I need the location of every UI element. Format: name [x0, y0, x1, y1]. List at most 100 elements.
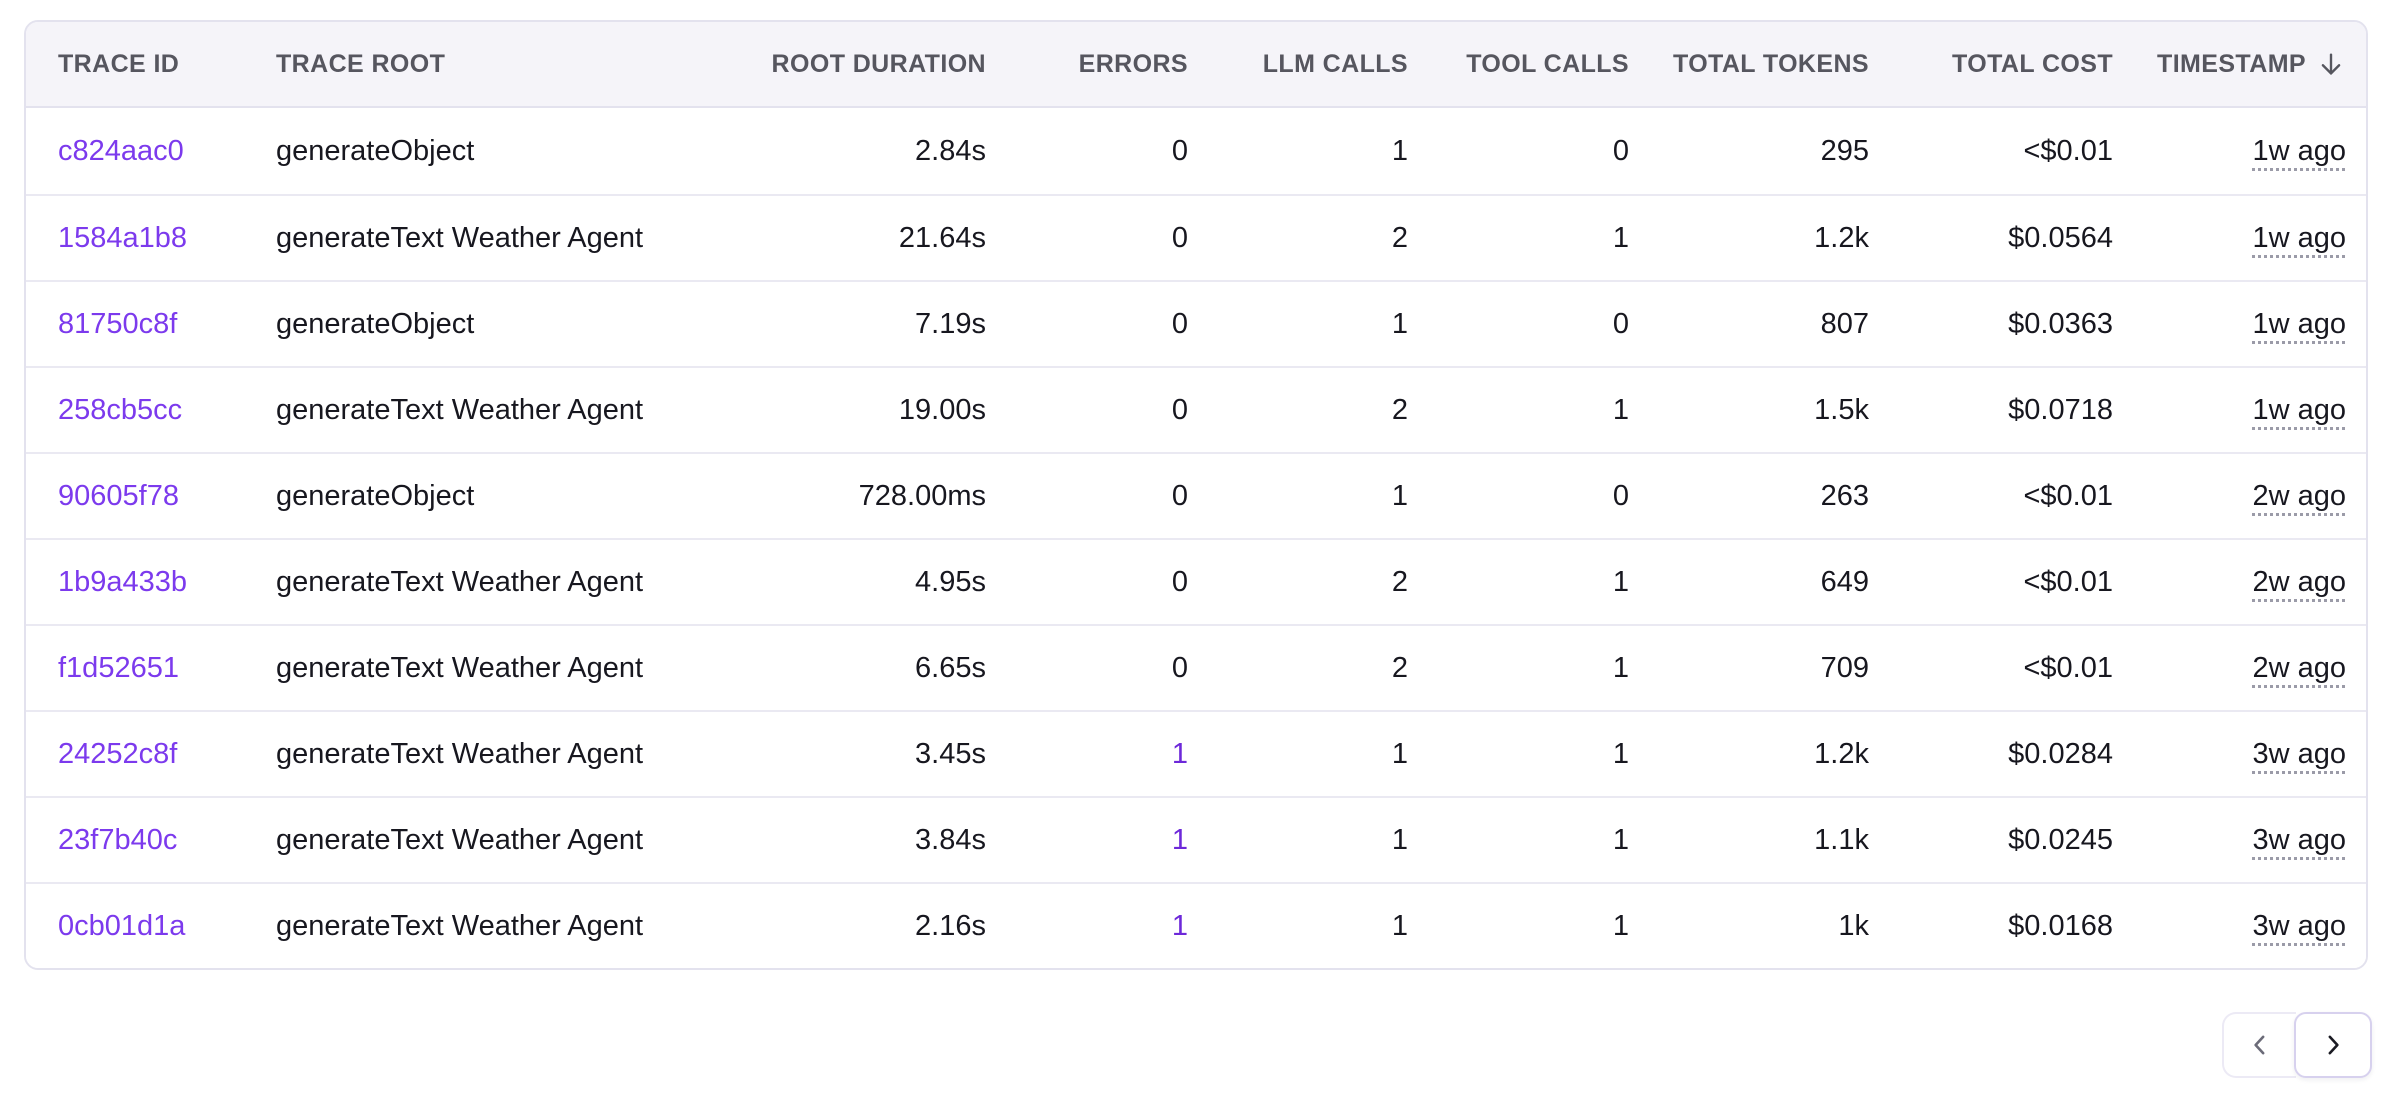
errors-cell: 0: [986, 222, 1188, 255]
column-header-root-duration[interactable]: Root Duration: [706, 50, 986, 79]
total-cost-cell: $0.0168: [1869, 910, 2113, 943]
total-tokens-cell: 1k: [1629, 910, 1869, 943]
tool-calls-cell: 1: [1408, 222, 1629, 255]
column-header-timestamp[interactable]: Timestamp: [2113, 49, 2366, 79]
total-tokens-cell: 1.2k: [1629, 738, 1869, 771]
trace-root-cell: generateObject: [276, 308, 706, 341]
root-duration-cell: 3.84s: [706, 824, 986, 857]
errors-cell: 0: [986, 652, 1188, 685]
total-tokens-cell: 1.2k: [1629, 222, 1869, 255]
trace-root-cell: generateText Weather Agent: [276, 566, 706, 599]
column-header-llm-calls[interactable]: LLM Calls: [1188, 50, 1408, 79]
trace-id-link[interactable]: 258cb5cc: [58, 394, 182, 426]
trace-root-cell: generateText Weather Agent: [276, 652, 706, 685]
timestamp-value[interactable]: 1w ago: [2252, 135, 2346, 167]
total-cost-cell: $0.0284: [1869, 738, 2113, 771]
total-cost-cell: $0.0718: [1869, 394, 2113, 427]
timestamp-value[interactable]: 3w ago: [2252, 738, 2346, 770]
trace-id-link[interactable]: 1b9a433b: [58, 566, 187, 598]
total-tokens-cell: 709: [1629, 652, 1869, 685]
column-header-errors[interactable]: Errors: [986, 50, 1188, 79]
timestamp-value[interactable]: 3w ago: [2252, 824, 2346, 856]
trace-id-link[interactable]: 90605f78: [58, 480, 179, 512]
tool-calls-cell: 1: [1408, 824, 1629, 857]
table-row[interactable]: 1584a1b8 generateText Weather Agent 21.6…: [26, 194, 2366, 280]
root-duration-cell: 21.64s: [706, 222, 986, 255]
root-duration-cell: 19.00s: [706, 394, 986, 427]
timestamp-value[interactable]: 2w ago: [2252, 480, 2346, 512]
errors-cell: 1: [986, 738, 1188, 771]
chevron-left-icon: [2245, 1030, 2275, 1060]
column-header-total-cost[interactable]: Total Cost: [1869, 50, 2113, 79]
tool-calls-cell: 1: [1408, 738, 1629, 771]
table-row[interactable]: c824aac0 generateObject 2.84s 0 1 0 295 …: [26, 108, 2366, 194]
column-header-total-tokens[interactable]: Total Tokens: [1629, 50, 1869, 79]
root-duration-cell: 3.45s: [706, 738, 986, 771]
llm-calls-cell: 2: [1188, 222, 1408, 255]
errors-cell: 0: [986, 480, 1188, 513]
timestamp-value[interactable]: 3w ago: [2252, 910, 2346, 942]
llm-calls-cell: 2: [1188, 652, 1408, 685]
trace-id-link[interactable]: 0cb01d1a: [58, 910, 185, 942]
chevron-right-icon: [2318, 1030, 2348, 1060]
llm-calls-cell: 1: [1188, 824, 1408, 857]
llm-calls-cell: 2: [1188, 566, 1408, 599]
errors-cell: 0: [986, 308, 1188, 341]
root-duration-cell: 6.65s: [706, 652, 986, 685]
table-row[interactable]: 23f7b40c generateText Weather Agent 3.84…: [26, 796, 2366, 882]
trace-root-cell: generateObject: [276, 480, 706, 513]
errors-cell: 0: [986, 135, 1188, 168]
table-row[interactable]: 24252c8f generateText Weather Agent 3.45…: [26, 710, 2366, 796]
timestamp-value[interactable]: 1w ago: [2252, 394, 2346, 426]
table-row[interactable]: 90605f78 generateObject 728.00ms 0 1 0 2…: [26, 452, 2366, 538]
total-tokens-cell: 807: [1629, 308, 1869, 341]
errors-cell: 0: [986, 566, 1188, 599]
tool-calls-cell: 1: [1408, 394, 1629, 427]
traces-table: Trace ID Trace Root Root Duration Errors…: [24, 20, 2368, 970]
table-row[interactable]: 1b9a433b generateText Weather Agent 4.95…: [26, 538, 2366, 624]
pagination: [2222, 1012, 2372, 1078]
trace-id-link[interactable]: 23f7b40c: [58, 824, 177, 856]
root-duration-cell: 728.00ms: [706, 480, 986, 513]
errors-cell: 0: [986, 394, 1188, 427]
trace-id-link[interactable]: f1d52651: [58, 652, 179, 684]
llm-calls-cell: 2: [1188, 394, 1408, 427]
column-header-trace-root[interactable]: Trace Root: [276, 50, 706, 79]
table-row[interactable]: 258cb5cc generateText Weather Agent 19.0…: [26, 366, 2366, 452]
tool-calls-cell: 1: [1408, 566, 1629, 599]
trace-id-link[interactable]: 1584a1b8: [58, 222, 187, 254]
errors-cell: 1: [986, 824, 1188, 857]
root-duration-cell: 4.95s: [706, 566, 986, 599]
table-header-row: Trace ID Trace Root Root Duration Errors…: [26, 22, 2366, 108]
table-row[interactable]: 0cb01d1a generateText Weather Agent 2.16…: [26, 882, 2366, 968]
total-tokens-cell: 295: [1629, 135, 1869, 168]
errors-cell: 1: [986, 910, 1188, 943]
table-body: c824aac0 generateObject 2.84s 0 1 0 295 …: [26, 108, 2366, 968]
trace-id-link[interactable]: 24252c8f: [58, 738, 177, 770]
sort-descending-arrow-down-icon: [2316, 49, 2346, 79]
llm-calls-cell: 1: [1188, 135, 1408, 168]
trace-id-link[interactable]: c824aac0: [58, 135, 184, 167]
table-row[interactable]: 81750c8f generateObject 7.19s 0 1 0 807 …: [26, 280, 2366, 366]
column-header-tool-calls[interactable]: Tool Calls: [1408, 50, 1629, 79]
total-cost-cell: <$0.01: [1869, 135, 2113, 168]
timestamp-value[interactable]: 1w ago: [2252, 308, 2346, 340]
prev-page-button[interactable]: [2222, 1012, 2296, 1078]
next-page-button[interactable]: [2294, 1012, 2372, 1078]
trace-root-cell: generateText Weather Agent: [276, 738, 706, 771]
tool-calls-cell: 1: [1408, 910, 1629, 943]
table-row[interactable]: f1d52651 generateText Weather Agent 6.65…: [26, 624, 2366, 710]
timestamp-value[interactable]: 2w ago: [2252, 566, 2346, 598]
root-duration-cell: 2.16s: [706, 910, 986, 943]
timestamp-value[interactable]: 1w ago: [2252, 222, 2346, 254]
timestamp-value[interactable]: 2w ago: [2252, 652, 2346, 684]
llm-calls-cell: 1: [1188, 910, 1408, 943]
total-cost-cell: $0.0564: [1869, 222, 2113, 255]
tool-calls-cell: 0: [1408, 308, 1629, 341]
column-header-trace-id[interactable]: Trace ID: [26, 50, 276, 79]
trace-root-cell: generateObject: [276, 135, 706, 168]
trace-root-cell: generateText Weather Agent: [276, 824, 706, 857]
trace-id-link[interactable]: 81750c8f: [58, 308, 177, 340]
tool-calls-cell: 0: [1408, 480, 1629, 513]
total-cost-cell: <$0.01: [1869, 566, 2113, 599]
